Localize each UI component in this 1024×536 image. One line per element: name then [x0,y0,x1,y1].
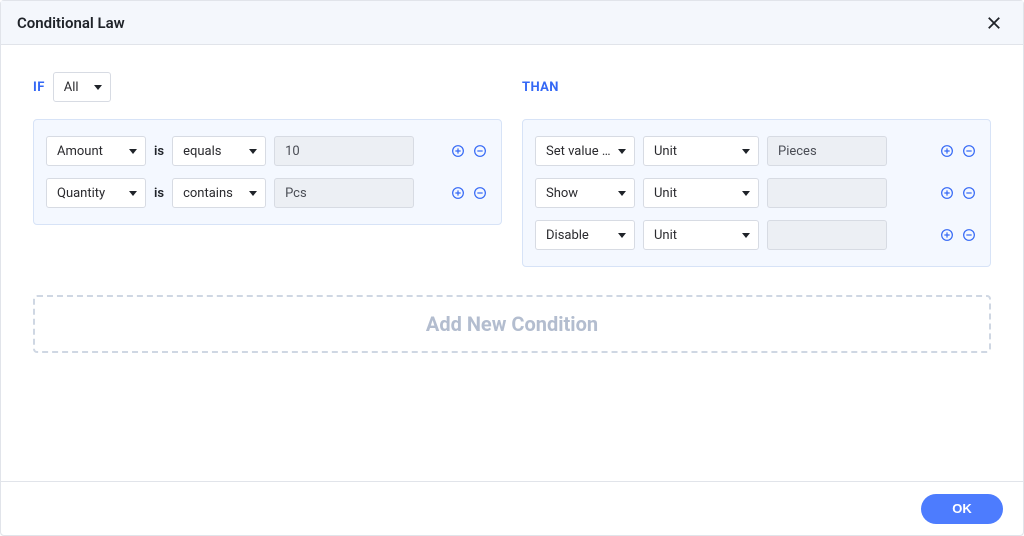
arg-input[interactable] [767,220,887,250]
than-column: THAN Set value ... Unit Pieces [522,73,991,267]
chevron-down-icon [742,233,750,238]
modal-body: IF All Amount is equals [1,45,1023,481]
add-new-condition-button[interactable]: Add New Condition [33,295,991,353]
operator-value: equals [183,144,221,159]
plus-circle-icon [939,185,955,201]
target-select[interactable]: Unit [643,136,759,166]
operator-value: contains [183,186,233,201]
target-select[interactable]: Unit [643,220,759,250]
target-value: Unit [654,228,677,243]
chevron-down-icon [618,233,626,238]
modal-header: Conditional Law [1,1,1023,45]
than-rule-row: Disable Unit [535,214,978,256]
value-text: Pcs [285,186,307,201]
if-column: IF All Amount is equals [33,73,502,267]
chevron-down-icon [742,191,750,196]
row-actions [938,226,978,244]
than-keyword: THAN [522,80,559,95]
row-actions [938,184,978,202]
modal-footer: OK [1,481,1023,535]
if-rule-row: Amount is equals 10 [46,130,489,172]
chevron-down-icon [94,85,102,90]
field-value: Quantity [57,186,105,201]
minus-circle-icon [472,185,488,201]
action-select[interactable]: Set value ... [535,136,635,166]
if-rule-row: Quantity is contains Pcs [46,172,489,214]
minus-circle-icon [961,185,977,201]
arg-input[interactable] [767,178,887,208]
value-text: 10 [285,144,300,159]
action-value: Set value ... [546,144,612,159]
target-value: Unit [654,144,677,159]
if-quantifier-value: All [64,80,79,95]
plus-circle-icon [450,185,466,201]
target-value: Unit [654,186,677,201]
add-row-button[interactable] [938,142,956,160]
minus-circle-icon [961,227,977,243]
than-rule-row: Show Unit [535,172,978,214]
arg-input[interactable]: Pieces [767,136,887,166]
operator-select[interactable]: contains [172,178,266,208]
than-rule-row: Set value ... Unit Pieces [535,130,978,172]
plus-circle-icon [450,143,466,159]
remove-row-button[interactable] [471,184,489,202]
arg-text: Pieces [778,144,817,159]
add-new-label: Add New Condition [426,312,598,336]
chevron-down-icon [618,191,626,196]
chevron-down-icon [129,149,137,154]
is-label: is [154,186,164,201]
plus-circle-icon [939,227,955,243]
is-label: is [154,144,164,159]
field-select[interactable]: Quantity [46,178,146,208]
action-select[interactable]: Disable [535,220,635,250]
target-select[interactable]: Unit [643,178,759,208]
remove-row-button[interactable] [471,142,489,160]
action-value: Disable [546,228,589,243]
value-input[interactable]: Pcs [274,178,414,208]
if-header: IF All [33,73,502,101]
minus-circle-icon [961,143,977,159]
add-row-button[interactable] [449,142,467,160]
add-row-button[interactable] [938,226,956,244]
columns: IF All Amount is equals [33,73,991,267]
if-keyword: IF [33,80,45,95]
chevron-down-icon [742,149,750,154]
row-actions [938,142,978,160]
value-input[interactable]: 10 [274,136,414,166]
action-value: Show [546,186,578,201]
chevron-down-icon [129,191,137,196]
than-rule-box: Set value ... Unit Pieces [522,119,991,267]
operator-select[interactable]: equals [172,136,266,166]
if-rule-box: Amount is equals 10 [33,119,502,225]
chevron-down-icon [618,149,626,154]
plus-circle-icon [939,143,955,159]
close-icon [985,14,1003,32]
remove-row-button[interactable] [960,226,978,244]
if-quantifier-select[interactable]: All [53,72,111,102]
field-value: Amount [57,144,103,159]
row-actions [449,184,489,202]
than-header: THAN [522,73,991,101]
row-actions [449,142,489,160]
remove-row-button[interactable] [960,184,978,202]
chevron-down-icon [249,191,257,196]
conditional-law-modal: Conditional Law IF All Amount [0,0,1024,536]
remove-row-button[interactable] [960,142,978,160]
action-select[interactable]: Show [535,178,635,208]
field-select[interactable]: Amount [46,136,146,166]
minus-circle-icon [472,143,488,159]
ok-button[interactable]: OK [921,494,1003,524]
add-row-button[interactable] [938,184,956,202]
add-row-button[interactable] [449,184,467,202]
modal-title: Conditional Law [17,14,125,32]
chevron-down-icon [249,149,257,154]
close-button[interactable] [981,10,1007,36]
